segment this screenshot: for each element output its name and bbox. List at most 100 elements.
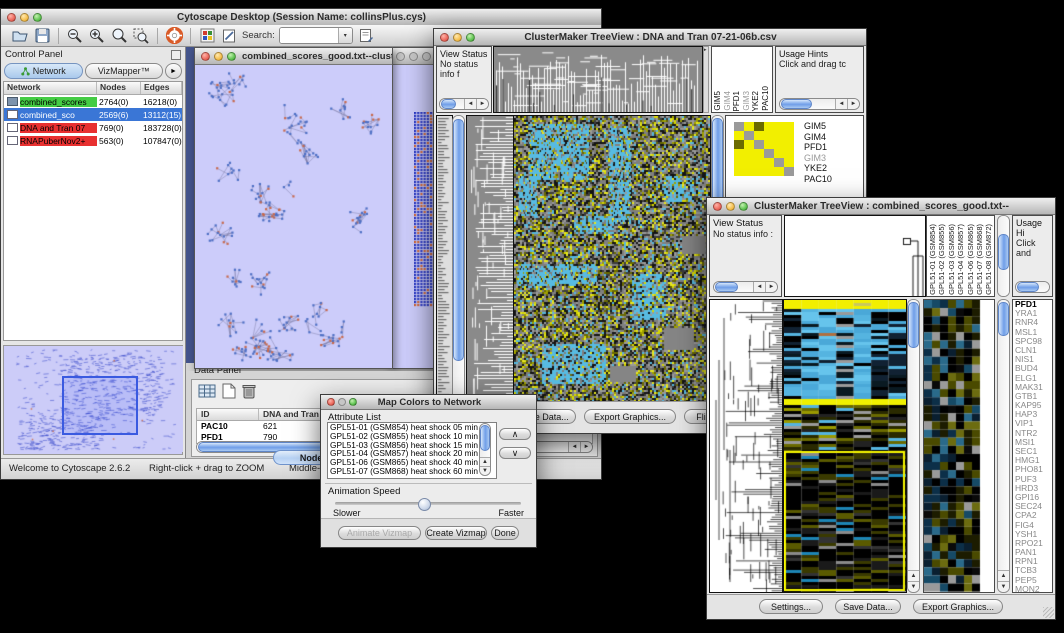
- zoom-out-icon[interactable]: [65, 27, 85, 45]
- tv2-column-label[interactable]: GPL51-04 (GSM857): [956, 224, 965, 295]
- matrix-cell[interactable]: [744, 131, 754, 140]
- matrix-cell[interactable]: [774, 140, 784, 149]
- matrix-cell[interactable]: [764, 122, 774, 131]
- report-icon[interactable]: [357, 27, 377, 45]
- scroll-down-icon[interactable]: ▼: [998, 581, 1009, 592]
- matrix-cell[interactable]: [734, 122, 744, 131]
- tv1-row-dendrogram[interactable]: [466, 115, 514, 403]
- matrix-cell[interactable]: [734, 140, 744, 149]
- birdseye-view[interactable]: [3, 345, 183, 455]
- tv2-column-label[interactable]: GPL51-06 (GSM865): [966, 224, 975, 295]
- tv2-gene-label[interactable]: MON2: [1015, 585, 1052, 593]
- tv1-status-hscrollbar[interactable]: ◄ ►: [439, 98, 489, 110]
- minimize-button[interactable]: [214, 52, 223, 61]
- matrix-cell[interactable]: [764, 158, 774, 167]
- tv1-splitter[interactable]: ▸: [703, 46, 709, 113]
- matrix-cell[interactable]: [734, 167, 744, 176]
- scroll-left-icon[interactable]: ◄: [835, 99, 847, 109]
- scroll-right-icon[interactable]: ►: [476, 99, 488, 109]
- scroll-left-icon[interactable]: ◄: [568, 442, 580, 452]
- matrix-cell[interactable]: [774, 167, 784, 176]
- matrix-cell[interactable]: [744, 149, 754, 158]
- move-down-button[interactable]: ∨: [499, 447, 531, 459]
- attribute-list-vscrollbar[interactable]: ▲ ▼: [479, 423, 491, 476]
- tv1-gene-label[interactable]: GIM3: [804, 153, 832, 164]
- save-session-icon[interactable]: [32, 27, 52, 45]
- scroll-up-icon[interactable]: ▲: [998, 570, 1009, 581]
- close-button[interactable]: [396, 52, 405, 61]
- close-button[interactable]: [440, 33, 449, 42]
- matrix-cell[interactable]: [744, 167, 754, 176]
- tv2-status-hscrollbar[interactable]: ◄ ►: [713, 281, 778, 293]
- matrix-cell[interactable]: [744, 158, 754, 167]
- matrix-cell[interactable]: [734, 131, 744, 140]
- zoom-in-icon[interactable]: [87, 27, 107, 45]
- tab-network[interactable]: Network: [4, 63, 83, 79]
- birdseye-viewport-rect[interactable]: [62, 376, 138, 435]
- tv2-export-graphics-button[interactable]: Export Graphics...: [913, 599, 1003, 614]
- resize-grip[interactable]: [1043, 607, 1054, 618]
- annotation-icon[interactable]: [219, 27, 239, 45]
- tv1-left-vscrollbar[interactable]: [452, 115, 465, 403]
- tv2-heatmap-canvas[interactable]: [783, 299, 907, 593]
- cytoscape-titlebar[interactable]: Cytoscape Desktop (Session Name: collins…: [1, 9, 601, 26]
- close-button[interactable]: [7, 13, 16, 22]
- dialog-titlebar[interactable]: Map Colors to Network: [321, 395, 536, 410]
- tv1-correlation-matrix[interactable]: [734, 122, 794, 176]
- tv2-collabel-vscrollbar[interactable]: [997, 215, 1010, 297]
- matrix-cell[interactable]: [784, 149, 794, 158]
- tv2-zoom-heatmap[interactable]: [924, 300, 982, 592]
- close-button[interactable]: [201, 52, 210, 61]
- tv1-heatmap-canvas[interactable]: [513, 115, 711, 403]
- network-view-1-titlebar[interactable]: combined_scores_good.txt--cluste...: [195, 48, 392, 65]
- zoom-button[interactable]: [227, 52, 236, 61]
- tv2-column-label[interactable]: GPL51-08 (GSM872): [984, 224, 993, 295]
- tv2-hints-hscrollbar[interactable]: [1015, 281, 1050, 293]
- tv2-row-dendrogram[interactable]: [709, 299, 783, 593]
- create-vizmap-button[interactable]: Create Vizmap: [425, 526, 487, 540]
- matrix-cell[interactable]: [754, 131, 764, 140]
- matrix-cell[interactable]: [754, 140, 764, 149]
- animate-vizmap-button[interactable]: Animate Vizmap: [338, 526, 421, 540]
- tv1-hints-hscrollbar[interactable]: ◄ ►: [779, 98, 860, 110]
- matrix-cell[interactable]: [754, 158, 764, 167]
- zoom-fit-icon[interactable]: [109, 27, 129, 45]
- minimize-button[interactable]: [726, 202, 735, 211]
- help-lifesaver-icon[interactable]: [164, 27, 184, 45]
- matrix-cell[interactable]: [764, 149, 774, 158]
- network-list-header[interactable]: Network Nodes Edges: [4, 82, 182, 95]
- treeview-combined-titlebar[interactable]: ClusterMaker TreeView : combined_scores_…: [707, 198, 1055, 215]
- matrix-cell[interactable]: [764, 140, 774, 149]
- network-row[interactable]: combined_sco2569(6)13112(15): [4, 108, 182, 121]
- matrix-cell[interactable]: [784, 122, 794, 131]
- move-up-button[interactable]: ∧: [499, 428, 531, 440]
- treeview-dna-titlebar[interactable]: ClusterMaker TreeView : DNA and Tran 07-…: [434, 29, 866, 46]
- network-view-canvas[interactable]: [196, 65, 391, 367]
- tv1-gene-label[interactable]: PAC10: [804, 174, 832, 185]
- tv1-column-label[interactable]: GIM4: [723, 91, 733, 111]
- scroll-right-icon[interactable]: ►: [847, 99, 859, 109]
- matrix-cell[interactable]: [744, 122, 754, 131]
- close-button[interactable]: [327, 398, 335, 406]
- minimize-button[interactable]: [20, 13, 29, 22]
- tv1-column-label[interactable]: YKE2: [751, 91, 761, 111]
- zoom-selected-icon[interactable]: [131, 27, 151, 45]
- minimize-button[interactable]: [338, 398, 346, 406]
- network-row[interactable]: RNAPuberNov2+563(0)107847(0): [4, 134, 182, 147]
- zoom-button[interactable]: [422, 52, 431, 61]
- matrix-cell[interactable]: [734, 158, 744, 167]
- delete-attribute-icon[interactable]: [242, 383, 256, 404]
- animation-speed-thumb[interactable]: [418, 498, 431, 511]
- attribute-select-icon[interactable]: [198, 383, 216, 404]
- search-field[interactable]: [280, 28, 338, 43]
- matrix-cell[interactable]: [744, 140, 754, 149]
- scroll-right-icon[interactable]: ►: [580, 442, 592, 452]
- scroll-down-icon[interactable]: ▼: [908, 581, 919, 592]
- tv1-export-graphics-button[interactable]: Export Graphics...: [584, 409, 676, 424]
- tv1-gene-label[interactable]: GIM5: [804, 121, 832, 132]
- vizmap-palette-icon[interactable]: [197, 27, 217, 45]
- scroll-left-icon[interactable]: ◄: [464, 99, 476, 109]
- tv1-gene-label[interactable]: YKE2: [804, 163, 832, 174]
- open-session-icon[interactable]: [10, 27, 30, 45]
- scroll-right-icon[interactable]: ►: [765, 282, 777, 292]
